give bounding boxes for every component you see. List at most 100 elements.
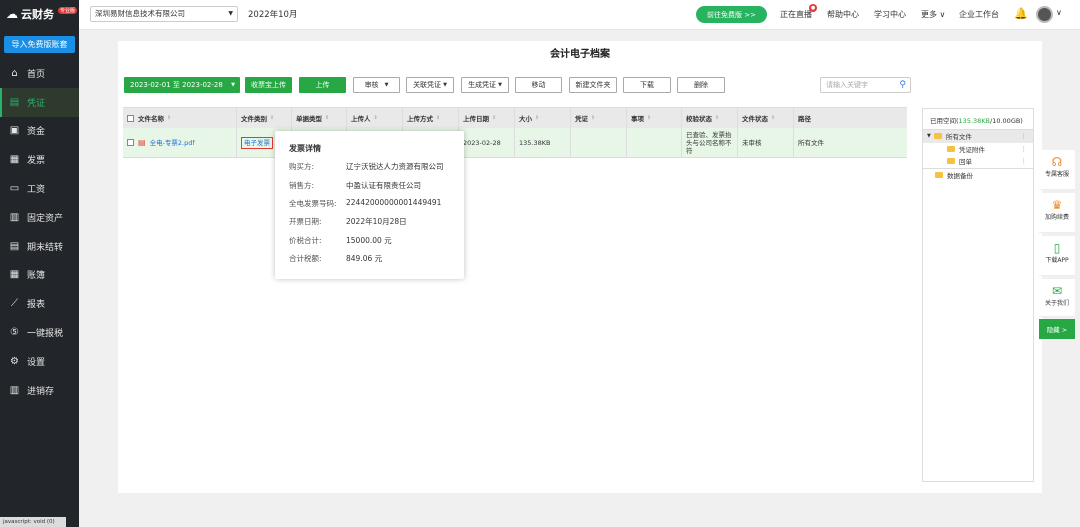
sidebar-item-ledger[interactable]: ▦ 账簿: [0, 261, 79, 290]
top-bar: 深圳易财信息技术有限公司 ▼ 2022年10月 前往免费版 >> 正在直播 ● …: [79, 0, 1080, 30]
link-voucher-dropdown[interactable]: 关联凭证 ▼: [406, 77, 454, 93]
review-dropdown[interactable]: 审核 ▼: [353, 77, 400, 93]
cell-path: 所有文件: [798, 138, 824, 147]
header-label: 单据类型: [296, 115, 322, 123]
live-link[interactable]: 正在直播: [780, 9, 812, 20]
company-select[interactable]: 深圳易财信息技术有限公司 ▼: [90, 6, 238, 22]
row-checkbox[interactable]: [127, 139, 134, 146]
search-icon[interactable]: ⚲: [899, 78, 906, 92]
sort-icon[interactable]: ⇕: [535, 115, 539, 121]
date-range-picker[interactable]: 2023-02-01 至 2023-02-28 ▼: [124, 77, 240, 93]
chevron-down-icon: ▼: [231, 82, 235, 88]
cell-file-name[interactable]: ▤ 全电-专票2.pdf: [123, 128, 237, 157]
download-app-widget[interactable]: ▯ 下载APP: [1039, 236, 1075, 276]
file-name-link[interactable]: 全电-专票2.pdf: [150, 139, 195, 147]
bell-icon[interactable]: 🔔: [1014, 7, 1028, 20]
folder-icon: [947, 145, 955, 152]
avatar[interactable]: [1036, 6, 1053, 23]
sidebar-item-asset[interactable]: ▥ 固定资产: [0, 203, 79, 232]
accounting-period: 2022年10月: [248, 10, 298, 20]
sort-icon[interactable]: ⇕: [374, 115, 378, 121]
learning-center-link[interactable]: 学习中心: [874, 9, 906, 20]
caret-down-icon[interactable]: ▼: [927, 133, 931, 139]
field-value: 15000.00 元: [346, 236, 392, 245]
inventory-icon: ▥: [9, 384, 20, 396]
col-uploader[interactable]: 上传人 ⇕: [347, 108, 403, 128]
table-row[interactable]: ▤ 全电-专票2.pdf 电子发票 2023-02-28 135.38KB 已查验…: [123, 128, 907, 158]
sidebar-item-invoice[interactable]: ▦ 发票: [0, 145, 79, 174]
col-file-status[interactable]: 文件状态 ⇕: [738, 108, 794, 128]
sidebar-item-period-close[interactable]: ▤ 期末结转: [0, 232, 79, 261]
popup-row-buyer: 购买方: 辽宁沃锐达人力资源有限公司: [289, 161, 444, 172]
col-doc-type[interactable]: 单据类型 ⇕: [292, 108, 347, 128]
upload-button[interactable]: 上传: [299, 77, 346, 93]
tree-node-receipts[interactable]: 回单 ⋮: [923, 155, 1033, 168]
edition-badge: 专业版: [58, 6, 78, 14]
popup-row-invoice-number: 全电发票号码: 22442000000001449491: [289, 198, 441, 209]
folder-tree: ▼ 所有文件 ⋮ 凭证附件 ⋮ 回单 ⋮: [923, 129, 1033, 169]
cloud-upload-button[interactable]: 收票宝上传: [245, 77, 292, 93]
sidebar-item-label: 凭证: [27, 98, 46, 109]
col-check-status[interactable]: 校验状态 ⇕: [682, 108, 738, 128]
popup-row-total: 价税合计: 15000.00 元: [289, 235, 392, 246]
move-button[interactable]: 移动: [515, 77, 562, 93]
download-button[interactable]: 下载: [623, 77, 671, 93]
sort-icon[interactable]: ⇕: [591, 115, 595, 121]
folder-panel: 已用空间(135.38KB/10.00GB) ▼ 所有文件 ⋮ 凭证附件 ⋮ 回…: [922, 108, 1034, 482]
search-input[interactable]: 请输入关键字 ⚲: [820, 77, 911, 93]
about-us-widget[interactable]: ✉ 关于我们: [1039, 279, 1075, 317]
more-icon[interactable]: ⋮: [1021, 132, 1028, 140]
report-icon: ⟋: [11, 298, 18, 310]
tree-node-all-files[interactable]: ▼ 所有文件 ⋮: [923, 130, 1033, 143]
sort-icon[interactable]: ⇕: [325, 115, 329, 121]
sort-icon[interactable]: ⇕: [647, 115, 651, 121]
delete-button[interactable]: 删除: [677, 77, 725, 93]
category-link[interactable]: 电子发票: [241, 136, 273, 149]
col-upload-method[interactable]: 上传方式 ⇕: [403, 108, 459, 128]
col-upload-date[interactable]: 上传日期 ⇕: [459, 108, 515, 128]
sidebar-item-report[interactable]: ⟋ 报表: [0, 289, 79, 318]
more-icon[interactable]: ⋮: [1021, 157, 1028, 165]
sidebar-item-voucher[interactable]: ▤ 凭证: [0, 87, 79, 117]
sort-icon[interactable]: ⇕: [167, 115, 171, 121]
col-file-name[interactable]: 文件名称 ⇕: [123, 108, 237, 128]
more-icon[interactable]: ⋮: [1021, 145, 1028, 153]
col-matter[interactable]: 事项 ⇕: [627, 108, 682, 128]
sidebar-item-tax[interactable]: ⑤ 一键报税: [0, 318, 79, 347]
go-free-version-button[interactable]: 前往免费版 >>: [696, 6, 767, 23]
sidebar-item-inventory[interactable]: ▥ 进销存: [0, 376, 79, 405]
renewal-widget[interactable]: ♛ 加购续费: [1039, 193, 1075, 233]
field-label: 购买方:: [289, 162, 315, 171]
sidebar-item-settings[interactable]: ⚙ 设置: [0, 347, 79, 376]
generate-voucher-dropdown[interactable]: 生成凭证 ▼: [461, 77, 509, 93]
sort-icon[interactable]: ⇕: [715, 115, 719, 121]
sort-icon[interactable]: ⇕: [492, 115, 496, 121]
import-free-account-button[interactable]: 导入免费版账套: [4, 36, 75, 53]
widget-label: 专属客服: [1044, 171, 1069, 178]
chevron-down-icon[interactable]: ∨: [1056, 8, 1062, 17]
phone-icon: ▯: [1053, 241, 1061, 255]
field-label: 全电发票号码:: [289, 199, 337, 208]
tree-node-voucher-attachments[interactable]: 凭证附件 ⋮: [923, 143, 1033, 156]
header-label: 大小: [519, 115, 532, 123]
sidebar-item-salary[interactable]: ▭ 工资: [0, 174, 79, 203]
headset-icon: ☊: [1051, 155, 1063, 169]
sort-icon[interactable]: ⇕: [771, 115, 775, 121]
more-menu[interactable]: 更多 ∨: [921, 9, 945, 20]
sort-icon[interactable]: ⇕: [270, 115, 274, 121]
chevron-down-icon: ▼: [384, 82, 389, 88]
help-center-link[interactable]: 帮助中心: [827, 9, 859, 20]
select-all-checkbox[interactable]: [127, 114, 134, 122]
sidebar-item-fund[interactable]: ▣ 资金: [0, 117, 79, 146]
tree-node-data-backup[interactable]: 数据备份: [923, 169, 1033, 182]
col-size[interactable]: 大小 ⇕: [515, 108, 571, 128]
col-category[interactable]: 文件类别 ⇕: [237, 108, 292, 128]
sort-icon[interactable]: ⇕: [436, 115, 440, 121]
enterprise-workbench-link[interactable]: 企业工作台: [959, 9, 999, 20]
tree-label: 凭证附件: [959, 145, 985, 154]
hide-widgets-button[interactable]: 隐藏 >: [1039, 319, 1075, 339]
new-folder-button[interactable]: 新建文件夹: [569, 77, 617, 93]
sidebar-item-home[interactable]: ⌂ 首页: [0, 59, 79, 88]
customer-service-widget[interactable]: ☊ 专属客服: [1039, 150, 1075, 190]
col-voucher[interactable]: 凭证 ⇕: [571, 108, 627, 128]
